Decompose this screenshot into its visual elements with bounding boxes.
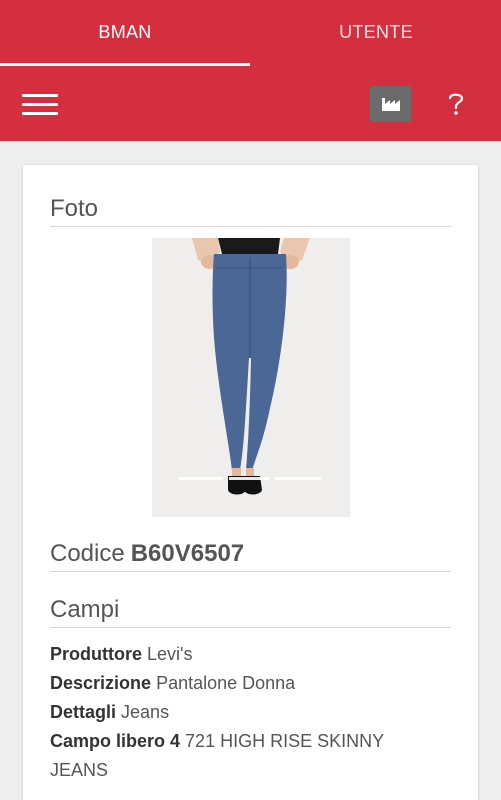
photo-carousel-indicator <box>179 477 321 480</box>
field-value: Levi's <box>147 644 193 664</box>
photo-section-title: Foto <box>50 195 99 222</box>
product-photo[interactable] <box>152 238 350 517</box>
factory-button[interactable] <box>370 86 411 122</box>
field-label: Produttore <box>50 644 142 664</box>
active-tab-indicator <box>0 63 250 66</box>
field-label: Campo libero 4 <box>50 731 181 751</box>
help-question-icon <box>448 93 464 115</box>
field-produttore: Produttore Levi's <box>50 640 430 669</box>
jeans-photo-image <box>152 238 350 517</box>
code-value: B60V6507 <box>130 540 245 567</box>
product-card: Foto Codice B60V6507 Campi Produttore Le… <box>23 165 478 800</box>
help-button[interactable] <box>442 88 470 120</box>
field-label: Dettagli <box>50 702 117 722</box>
divider <box>50 571 451 572</box>
tab-bar: BMAN UTENTE <box>0 0 501 68</box>
tab-utente[interactable]: UTENTE <box>251 0 501 68</box>
code-label: Codice <box>50 540 125 567</box>
product-code: Codice B60V6507 <box>50 540 244 568</box>
field-campo-libero-4: Campo libero 4 721 HIGH RISE SKINNY JEAN… <box>50 727 410 785</box>
field-dettagli: Dettagli Jeans <box>50 698 430 727</box>
app-header: BMAN UTENTE <box>0 0 501 141</box>
fields-section-title: Campi <box>50 596 120 623</box>
field-descrizione: Descrizione Pantalone Donna <box>50 669 430 698</box>
divider <box>50 226 451 227</box>
tab-bman[interactable]: BMAN <box>0 0 250 68</box>
field-value: Jeans <box>121 702 170 722</box>
factory-icon <box>381 98 400 111</box>
field-value: Pantalone Donna <box>156 673 296 693</box>
divider <box>50 627 451 628</box>
field-label: Descrizione <box>50 673 152 693</box>
hamburger-menu-icon[interactable] <box>22 92 58 118</box>
